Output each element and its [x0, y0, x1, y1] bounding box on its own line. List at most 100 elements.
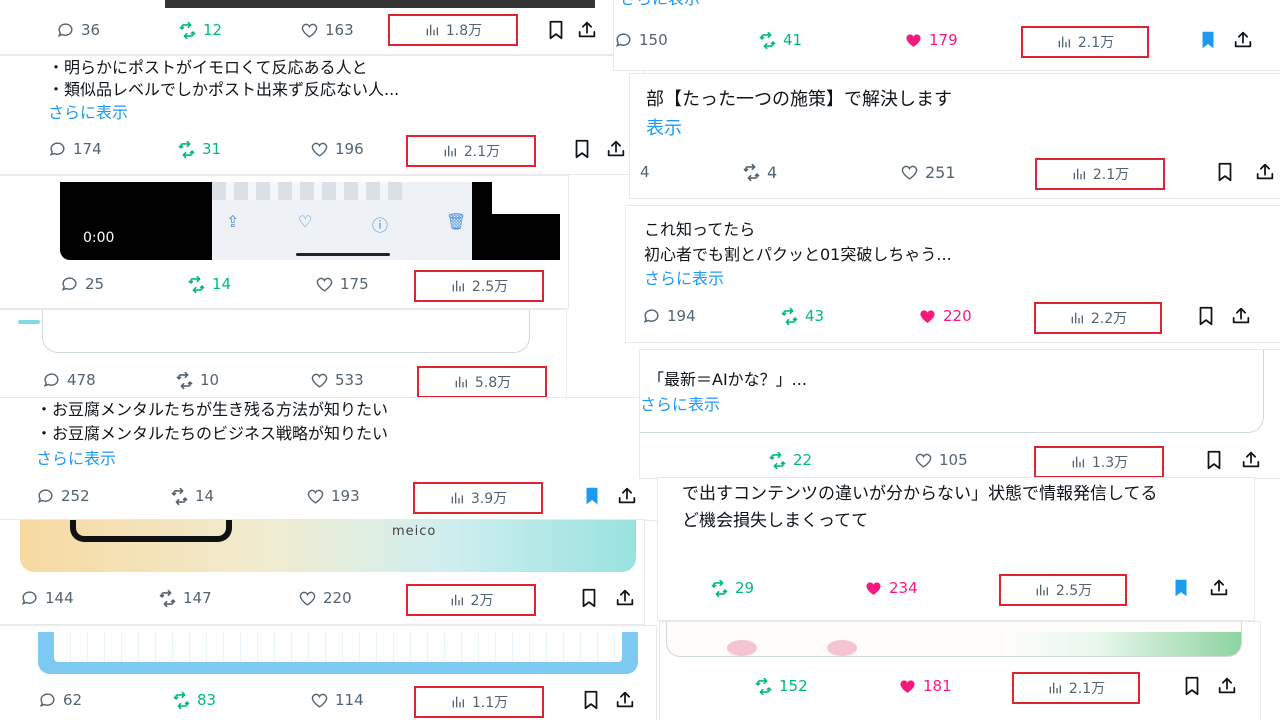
show-more-link[interactable]: さらに表示 — [36, 448, 116, 470]
views-button[interactable]: 2万 — [406, 584, 536, 616]
reply-button[interactable]: 144 — [20, 580, 74, 616]
views-button[interactable]: 2.5万 — [999, 574, 1127, 606]
show-more-link[interactable]: さらに表示 — [48, 102, 128, 124]
like-button[interactable]: 220 — [918, 298, 972, 334]
retweet-button[interactable]: 152 — [754, 668, 808, 704]
reply-button[interactable]: 150 — [614, 22, 668, 58]
share-button[interactable] — [1240, 449, 1262, 471]
reply-button[interactable]: 25 — [60, 266, 104, 302]
like-button[interactable]: 175 — [315, 266, 369, 302]
bookmark-button[interactable] — [578, 587, 600, 609]
show-more-link[interactable]: さらに表示 — [620, 0, 700, 10]
views-button[interactable]: 1.8万 — [388, 14, 518, 46]
bookmark-button[interactable] — [581, 485, 603, 507]
retweet-button[interactable]: 14 — [187, 266, 231, 302]
show-more-link[interactable]: 表示 — [646, 118, 682, 140]
action-bar-R5: 29 234 2.5万 — [658, 570, 1254, 606]
share-button[interactable] — [1216, 675, 1238, 697]
reply-button[interactable]: 36 — [56, 12, 100, 48]
tweet-R4: 「最新＝AIかな？」... さらに表示 22 105 1.3万 — [640, 350, 1280, 478]
views-button[interactable]: 1.3万 — [1034, 446, 1164, 478]
share-button[interactable] — [1254, 161, 1276, 183]
bookmark-button[interactable] — [545, 19, 567, 41]
tweet-text-line: ・明らかにポストがイモロくて反応ある人と — [48, 58, 368, 77]
action-bar-R3: 194 43 220 2.2万 — [626, 298, 1280, 334]
like-button[interactable]: 533 — [310, 362, 364, 398]
bookmark-button[interactable] — [1197, 29, 1219, 51]
views-button[interactable]: 3.9万 — [413, 482, 543, 514]
share-button[interactable] — [614, 587, 636, 609]
views-button[interactable]: 2.5万 — [414, 270, 544, 302]
heart-icon — [914, 451, 933, 470]
bookmark-button[interactable] — [1170, 577, 1192, 599]
quoted-card[interactable] — [42, 310, 530, 353]
like-button[interactable]: 114 — [310, 682, 364, 718]
reply-button[interactable]: 174 — [48, 131, 102, 167]
heart-icon — [900, 163, 919, 182]
bookmark-button[interactable] — [1203, 449, 1225, 471]
views-button[interactable]: 2.1万 — [1035, 158, 1165, 190]
share-button[interactable] — [616, 485, 638, 507]
reply-icon — [36, 487, 55, 506]
reply-button[interactable]: 194 — [642, 298, 696, 334]
views-button[interactable]: 2.2万 — [1034, 302, 1162, 334]
tweet-L7: 62 83 114 1.1万 — [0, 626, 656, 720]
reply-icon — [60, 275, 79, 294]
retweet-button[interactable]: 10 — [175, 362, 219, 398]
retweet-button[interactable]: 14 — [170, 478, 214, 514]
retweet-button[interactable]: 31 — [177, 131, 221, 167]
heart-icon — [300, 21, 319, 40]
like-button[interactable]: 179 — [904, 22, 958, 58]
retweet-button[interactable]: 43 — [780, 298, 824, 334]
show-more-link[interactable]: さらに表示 — [644, 268, 724, 290]
like-button[interactable]: 196 — [310, 131, 364, 167]
reply-button[interactable]: 62 — [38, 682, 82, 718]
retweet-button[interactable]: 4 — [742, 154, 777, 190]
views-button[interactable]: 2.1万 — [406, 135, 536, 167]
reply-button[interactable]: 4 — [640, 154, 650, 190]
heart-filled-icon — [864, 579, 883, 598]
bookmark-button[interactable] — [580, 689, 602, 711]
share-icon — [1232, 29, 1254, 51]
share-icon — [1230, 305, 1252, 327]
bookmark-button[interactable] — [1181, 675, 1203, 697]
bookmark-button[interactable] — [571, 138, 593, 160]
share-button[interactable] — [1230, 305, 1252, 327]
video-thumbnail[interactable]: 0:00 — [60, 182, 212, 260]
like-button[interactable]: 181 — [898, 668, 952, 704]
like-button[interactable]: 105 — [914, 442, 968, 478]
image-fragment — [472, 214, 560, 260]
share-button[interactable] — [576, 19, 598, 41]
tweet-R6: 152 181 2.1万 — [660, 622, 1260, 720]
action-bar-R6: 152 181 2.1万 — [660, 668, 1260, 704]
retweet-button[interactable]: 29 — [710, 570, 754, 606]
retweet-button[interactable]: 22 — [768, 442, 812, 478]
show-more-link[interactable]: さらに表示 — [640, 394, 720, 416]
reply-button[interactable]: 478 — [42, 362, 96, 398]
share-icon — [576, 19, 598, 41]
reply-icon — [642, 307, 661, 326]
like-button[interactable]: 251 — [900, 154, 956, 190]
retweet-button[interactable]: 41 — [758, 22, 802, 58]
like-button[interactable]: 220 — [298, 580, 352, 616]
action-bar-L2: 174 31 196 2.1万 — [0, 131, 644, 167]
views-button[interactable]: 2.1万 — [1012, 672, 1140, 704]
like-button[interactable]: 234 — [864, 570, 918, 606]
views-button[interactable]: 5.8万 — [417, 366, 547, 398]
reply-button[interactable]: 252 — [36, 478, 90, 514]
views-button[interactable]: 1.1万 — [414, 686, 544, 718]
retweet-button[interactable]: 12 — [178, 12, 222, 48]
bookmark-button[interactable] — [1214, 161, 1236, 183]
reply-icon — [20, 589, 39, 608]
retweet-button[interactable]: 83 — [172, 682, 216, 718]
share-button[interactable] — [605, 138, 627, 160]
retweet-button[interactable]: 147 — [158, 580, 212, 616]
like-button[interactable]: 193 — [306, 478, 360, 514]
views-button[interactable]: 2.1万 — [1021, 26, 1149, 58]
bookmark-button[interactable] — [1195, 305, 1217, 327]
share-button[interactable] — [614, 689, 636, 711]
views-icon — [442, 143, 458, 159]
share-button[interactable] — [1232, 29, 1254, 51]
share-button[interactable] — [1208, 577, 1230, 599]
like-button[interactable]: 163 — [300, 12, 354, 48]
